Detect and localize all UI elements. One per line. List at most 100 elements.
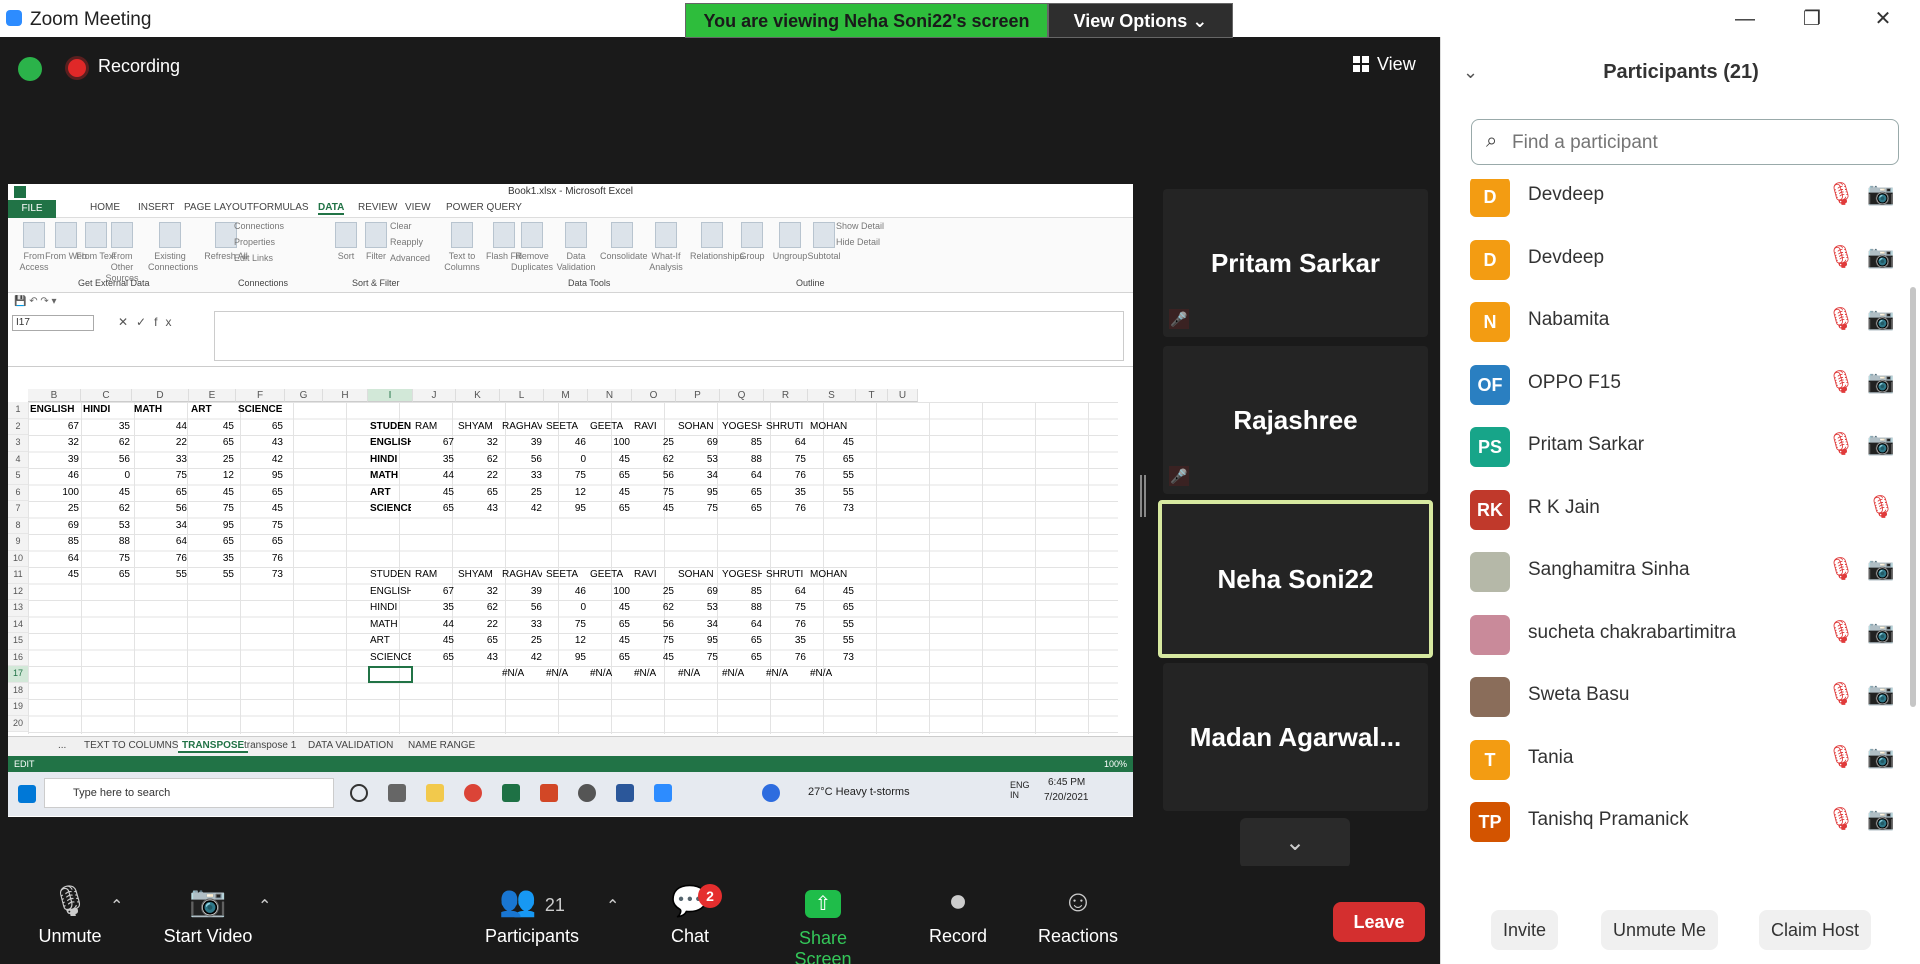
cell[interactable]: RAVI xyxy=(634,567,674,582)
cell[interactable]: SEETA xyxy=(546,419,586,434)
quick-access-icons[interactable]: 💾 ↶ ↷ ▾ xyxy=(14,296,57,307)
participant-row[interactable]: sucheta chakrabartimitra 🎙 📷 xyxy=(1441,603,1911,665)
cell[interactable]: 53 xyxy=(678,452,718,467)
cell[interactable]: 76 xyxy=(766,468,806,483)
cell[interactable]: RAGHAV xyxy=(502,567,542,582)
cell[interactable]: 45 xyxy=(590,452,630,467)
cell[interactable]: 56 xyxy=(83,452,130,467)
video-options-caret-icon[interactable]: ⌃ xyxy=(258,896,271,916)
row-header[interactable]: 1 xyxy=(8,402,28,419)
cell[interactable]: 65 xyxy=(238,534,283,549)
share-screen-button[interactable]: ⇧ Share Screen xyxy=(768,886,878,964)
participants-caret-icon[interactable]: ⌃ xyxy=(606,896,619,916)
task-view-icon[interactable] xyxy=(388,784,406,802)
sheet-tab[interactable]: NAME RANGE xyxy=(408,740,475,751)
participant-row[interactable]: N Nabamita 🎙 📷 xyxy=(1441,290,1911,352)
formula-input[interactable] xyxy=(214,311,1124,361)
cell[interactable]: #N/A xyxy=(766,666,806,681)
column-header[interactable]: U xyxy=(888,389,918,402)
cell[interactable]: 35 xyxy=(83,419,130,434)
video-tile[interactable]: Rajashree 🎤 xyxy=(1163,346,1428,494)
ribbon-button[interactable]: Remove Duplicates xyxy=(510,222,554,273)
cell[interactable]: 25 xyxy=(502,485,542,500)
video-off-icon[interactable]: 📷 xyxy=(1866,181,1896,209)
help-icon[interactable] xyxy=(762,784,780,802)
cell[interactable]: 65 xyxy=(590,468,630,483)
cell[interactable]: 62 xyxy=(83,501,130,516)
cell[interactable]: #N/A xyxy=(546,666,586,681)
cell[interactable]: 65 xyxy=(722,501,762,516)
column-header[interactable]: R xyxy=(764,389,808,402)
cell[interactable]: 0 xyxy=(546,452,586,467)
cell[interactable]: SHYAM xyxy=(458,567,498,582)
cell[interactable]: 95 xyxy=(238,468,283,483)
cell[interactable]: 33 xyxy=(502,468,542,483)
cell[interactable]: 43 xyxy=(458,650,498,665)
ribbon-button[interactable]: Existing Connections xyxy=(148,222,198,273)
cell[interactable]: 44 xyxy=(134,419,187,434)
cell[interactable]: 55 xyxy=(810,485,854,500)
cell[interactable]: SCIENCE xyxy=(238,402,283,417)
cell[interactable]: MATH xyxy=(370,617,411,632)
cell[interactable]: 65 xyxy=(810,452,854,467)
cortana-icon[interactable] xyxy=(350,784,368,802)
cell[interactable]: 75 xyxy=(766,452,806,467)
language[interactable]: ENG IN xyxy=(1010,780,1030,800)
restore-button[interactable]: ❐ xyxy=(1797,6,1827,32)
start-video-button[interactable]: 📷 Start Video xyxy=(158,886,258,947)
cell[interactable]: 76 xyxy=(766,617,806,632)
worksheet-grid[interactable]: B C D E F G H I J K L M N O P Q R S T U 1 2 3 4 5 6 7 8 9 10 11 12 13 14 1… xyxy=(8,389,1118,734)
view-options-button[interactable]: View Options ⌄ xyxy=(1048,3,1233,38)
column-header[interactable]: O xyxy=(632,389,676,402)
cell[interactable]: #N/A xyxy=(502,666,542,681)
cell[interactable]: 76 xyxy=(766,501,806,516)
cell[interactable]: 45 xyxy=(810,584,854,599)
cell[interactable]: RAVI xyxy=(634,419,674,434)
cell[interactable]: 35 xyxy=(415,600,454,615)
cell[interactable]: YOGESH xyxy=(722,419,762,434)
cell[interactable]: 75 xyxy=(634,485,674,500)
ribbon-small-button[interactable]: Clear xyxy=(390,221,412,231)
cell[interactable]: RAM xyxy=(415,419,454,434)
cell[interactable]: 22 xyxy=(458,617,498,632)
reactions-button[interactable]: ☺ Reactions xyxy=(1035,886,1121,947)
sheet-tab[interactable]: ... xyxy=(58,740,66,751)
cell[interactable]: 75 xyxy=(634,633,674,648)
formula-buttons[interactable]: ✕✓fx xyxy=(118,315,179,329)
panel-resize-handle[interactable] xyxy=(1140,475,1146,517)
invite-button[interactable]: Invite xyxy=(1491,910,1559,950)
cell[interactable]: 100 xyxy=(590,435,630,450)
cell[interactable]: 46 xyxy=(546,584,586,599)
video-off-icon[interactable]: 📷 xyxy=(1866,681,1896,709)
cell[interactable]: 65 xyxy=(458,633,498,648)
cell[interactable]: ART xyxy=(370,485,411,500)
ribbon-button[interactable]: Consolidate xyxy=(600,222,648,262)
claim-host-button[interactable]: Claim Host xyxy=(1759,910,1872,950)
cell[interactable]: ENGLISH xyxy=(370,584,411,599)
row-header[interactable]: 16 xyxy=(8,649,28,666)
cell[interactable]: 45 xyxy=(634,501,674,516)
cell[interactable]: 39 xyxy=(502,584,542,599)
mic-muted-icon[interactable]: 🎙 xyxy=(1827,619,1855,647)
cell[interactable]: 46 xyxy=(546,435,586,450)
ribbon-small-button[interactable]: Edit Links xyxy=(234,253,273,263)
cell[interactable]: 46 xyxy=(30,468,79,483)
sheet-tab[interactable]: DATA VALIDATION xyxy=(308,740,393,751)
cell[interactable]: MATH xyxy=(370,468,411,483)
video-off-icon[interactable]: 📷 xyxy=(1866,619,1896,647)
cell[interactable]: 45 xyxy=(191,485,234,500)
cell[interactable]: HINDI xyxy=(83,402,130,417)
sheet-tab[interactable]: TEXT TO COLUMNS xyxy=(84,740,178,751)
cell[interactable]: SHYAM xyxy=(458,419,498,434)
row-header[interactable]: 11 xyxy=(8,567,28,584)
minimize-button[interactable]: — xyxy=(1730,6,1760,32)
cell[interactable]: 0 xyxy=(83,468,130,483)
cell[interactable]: 56 xyxy=(502,600,542,615)
participant-list-scrollbar[interactable] xyxy=(1910,287,1916,707)
cell[interactable]: 33 xyxy=(134,452,187,467)
cell[interactable]: MATH xyxy=(134,402,187,417)
ribbon-tab[interactable]: REVIEW xyxy=(358,202,397,213)
cell[interactable]: 75 xyxy=(678,501,718,516)
row-header[interactable]: 12 xyxy=(8,583,28,600)
video-off-icon[interactable]: 📷 xyxy=(1866,431,1896,459)
